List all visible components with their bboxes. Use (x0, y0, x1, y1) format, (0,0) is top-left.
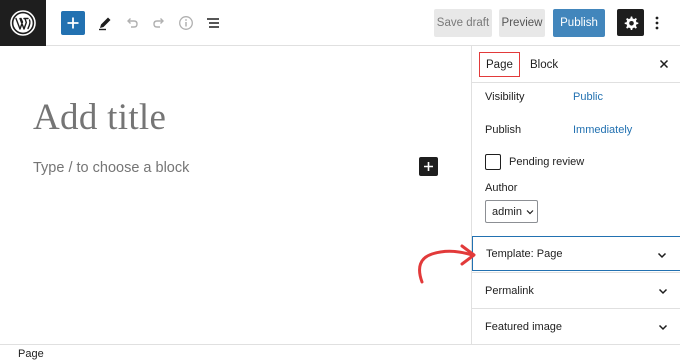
chevron-down-icon (658, 324, 668, 331)
visibility-toggle[interactable]: Public (573, 91, 603, 103)
permalink-panel[interactable]: Permalink (472, 272, 680, 308)
preview-button[interactable]: Preview (499, 9, 545, 37)
gear-icon (624, 16, 638, 30)
top-toolbar: Save draft Preview Publish (0, 0, 680, 46)
permalink-panel-label: Permalink (485, 284, 534, 297)
save-draft-button[interactable]: Save draft (434, 9, 492, 37)
publish-date-label: Publish (485, 124, 522, 136)
details-button[interactable] (173, 10, 199, 36)
template-panel[interactable]: Template: Page (472, 236, 680, 271)
author-label: Author (485, 182, 518, 194)
settings-sidebar: Page Block Visibility Public Publish Imm… (471, 46, 680, 344)
settings-button[interactable] (617, 9, 644, 36)
undo-button[interactable] (119, 10, 145, 36)
list-view-icon (207, 18, 219, 28)
author-select[interactable]: admin (485, 200, 538, 223)
chevron-down-icon (657, 252, 667, 259)
pending-review-label: Pending review (509, 156, 585, 168)
breadcrumb[interactable]: Page (18, 348, 44, 360)
author-select-value: admin (492, 205, 522, 218)
pencil-icon (99, 17, 111, 31)
chevron-down-icon (526, 209, 534, 214)
more-vertical-icon (655, 16, 659, 30)
block-appender[interactable]: Type / to choose a block (33, 160, 189, 176)
plus-icon (424, 162, 433, 171)
featured-image-panel-label: Featured image (485, 320, 563, 333)
inline-add-block-button[interactable] (419, 157, 438, 176)
chevron-down-icon (658, 288, 668, 295)
post-title-input[interactable]: Add title (33, 96, 166, 139)
tab-block[interactable]: Block (530, 46, 558, 83)
redo-icon (153, 18, 164, 28)
info-icon (179, 16, 193, 30)
publish-button[interactable]: Publish (553, 9, 605, 37)
list-view-button[interactable] (200, 10, 226, 36)
undo-icon (127, 18, 138, 28)
curved-arrow-icon (418, 244, 476, 284)
plus-icon (67, 17, 79, 29)
redo-button[interactable] (146, 10, 172, 36)
status-bar: Page (0, 344, 680, 361)
add-block-button[interactable] (61, 11, 85, 35)
options-button[interactable] (650, 10, 664, 36)
sidebar-tabs: Page Block (472, 46, 680, 83)
tab-page[interactable]: Page (479, 52, 520, 77)
template-panel-label: Template: Page (486, 247, 563, 260)
publish-date-toggle[interactable]: Immediately (573, 124, 632, 136)
close-sidebar-button[interactable] (657, 57, 671, 71)
pending-review-checkbox[interactable] (485, 154, 501, 170)
editor-canvas: Add title Type / to choose a block (0, 46, 471, 344)
featured-image-panel[interactable]: Featured image (472, 308, 680, 344)
wordpress-logo-icon[interactable] (0, 0, 46, 46)
tools-button[interactable] (92, 10, 118, 36)
visibility-label: Visibility (485, 91, 525, 103)
close-icon (659, 59, 669, 69)
